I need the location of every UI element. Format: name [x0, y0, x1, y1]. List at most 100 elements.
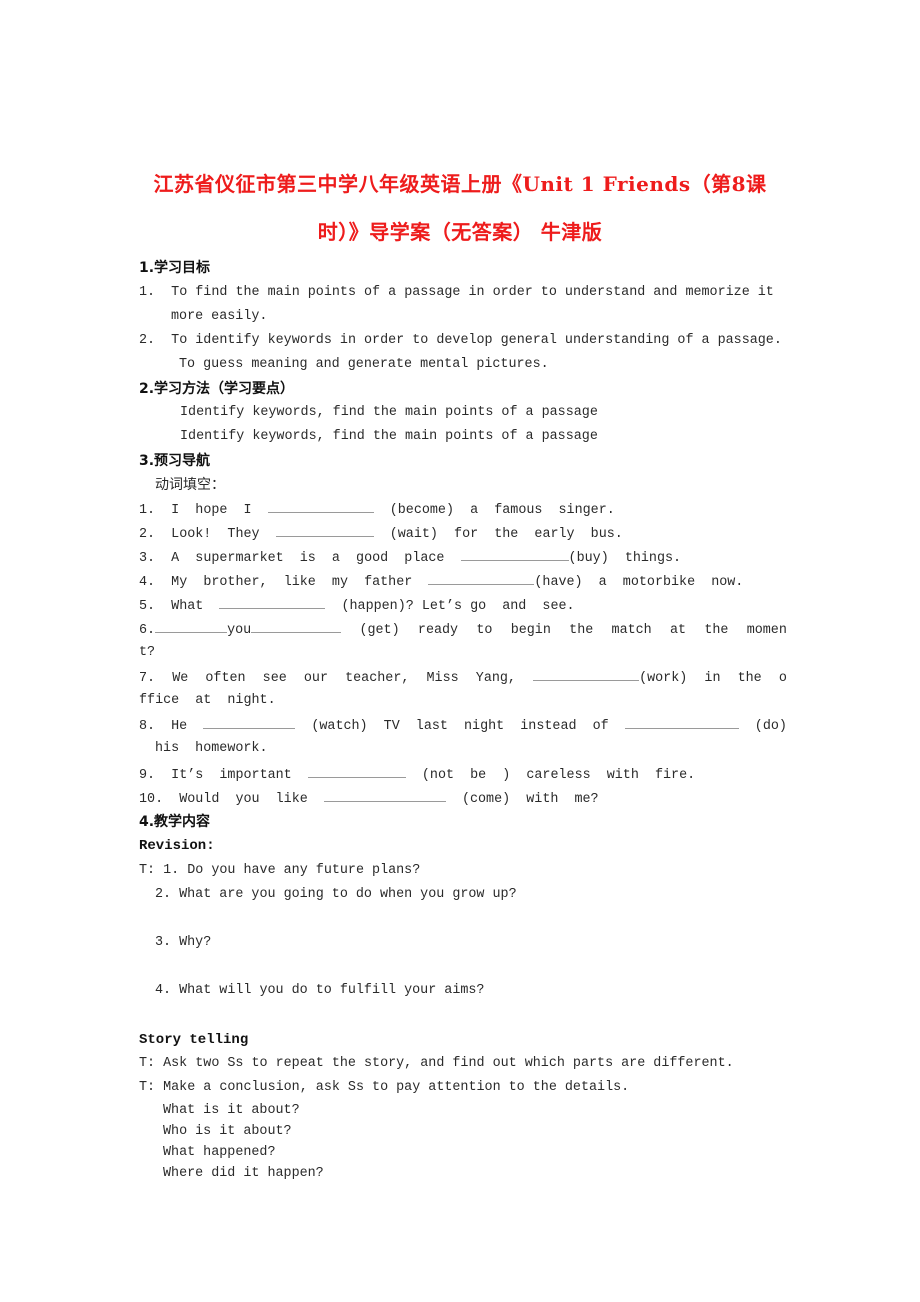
exercise-5-number: 5.	[139, 599, 156, 614]
section-1-heading: 1.学习目标	[139, 260, 211, 276]
objective-2: 2. To identify keywords in order to deve…	[139, 332, 782, 350]
word: the	[494, 527, 519, 542]
exercise-7: 7. We often see our teacher, Miss Yang, …	[139, 668, 787, 688]
verb-hint: (buy)	[568, 551, 609, 566]
objective-1-number: 1.	[139, 285, 156, 300]
word: Let’s	[421, 599, 463, 614]
word: a	[598, 575, 607, 590]
verb-hint: (work)	[639, 671, 688, 686]
document-title-line-1: 江苏省仪征市第三中学八年级英语上册《Unit 1 Friends（第8课	[153, 172, 767, 196]
answer-blank[interactable]	[323, 789, 446, 802]
word: and	[502, 599, 527, 614]
exercise-6: 6. you (get) ready to begin the match at …	[139, 620, 787, 640]
exercise-10-number: 10.	[139, 792, 164, 807]
word: Look!	[171, 527, 212, 542]
objective-2-text: To identify keywords in order to develop…	[171, 333, 782, 348]
exercise-8: 8. He (watch) TV last night instead of (…	[139, 716, 787, 736]
section-3-heading: 3.预习导航	[139, 453, 211, 469]
exercise-6-number: 6.	[139, 623, 156, 638]
word: bus.	[590, 527, 623, 542]
verb-hint: (not be )	[421, 768, 511, 783]
word: A	[171, 551, 180, 566]
verb-hint: (do)	[754, 719, 787, 734]
word: It’s	[171, 768, 204, 783]
method-line-1: Identify keywords, find the main points …	[180, 405, 598, 420]
word: a	[470, 503, 479, 518]
revision-question-2: 2. What are you going to do when you gro…	[155, 887, 517, 902]
word: our	[303, 671, 328, 686]
word: They	[227, 527, 260, 542]
word: ready	[417, 623, 459, 638]
word: for	[454, 527, 479, 542]
story-instruction-1: T: Ask two Ss to repeat the story, and f…	[139, 1056, 734, 1071]
word: often	[205, 671, 246, 686]
word: see.	[542, 599, 575, 614]
word: o	[778, 671, 787, 686]
word: the	[704, 623, 729, 638]
word: in	[704, 671, 721, 686]
answer-blank[interactable]	[307, 765, 406, 778]
exercise-5: 5. What (happen)? Let’s go and see.	[139, 596, 575, 616]
answer-blank[interactable]	[428, 572, 535, 585]
word: like	[275, 792, 308, 807]
word: you	[227, 623, 252, 638]
word: I	[171, 503, 180, 518]
exercise-7-number: 7.	[139, 671, 156, 686]
word: now.	[711, 575, 744, 590]
word: supermarket	[195, 551, 284, 566]
exercise-10: 10. Would you like (come) with me?	[139, 789, 599, 809]
word: father	[364, 575, 413, 590]
exercise-3-number: 3.	[139, 551, 156, 566]
story-question-2: Who is it about?	[163, 1124, 292, 1139]
verb-hint: (come)	[461, 792, 511, 807]
section-2-heading: 2.学习方法（学习要点）	[139, 381, 295, 397]
answer-blank[interactable]	[267, 500, 374, 513]
word: Would	[179, 792, 220, 807]
answer-blank[interactable]	[203, 716, 296, 729]
word: momen	[746, 623, 787, 638]
word: fire.	[654, 768, 696, 783]
word: singer.	[558, 503, 615, 518]
word: with	[606, 768, 639, 783]
word: He	[171, 719, 188, 734]
word: hope	[195, 503, 228, 518]
word: Miss	[426, 671, 459, 686]
word: What	[171, 599, 204, 614]
word: good	[356, 551, 389, 566]
story-question-4: Where did it happen?	[163, 1166, 324, 1181]
story-question-3: What happened?	[163, 1145, 276, 1160]
word: see	[262, 671, 287, 686]
section-4-heading: 4.教学内容	[139, 814, 211, 830]
answer-blank[interactable]	[219, 596, 326, 609]
answer-blank[interactable]	[624, 716, 739, 729]
word: a	[331, 551, 340, 566]
verb-hint: (become)	[389, 503, 455, 518]
verb-hint: (watch)	[311, 719, 368, 734]
exercise-7-continued: ffice at night.	[139, 693, 276, 708]
answer-blank[interactable]	[251, 620, 342, 633]
fill-in-instruction: 动词填空：	[155, 477, 225, 493]
word: night	[464, 719, 505, 734]
answer-blank[interactable]	[533, 668, 640, 681]
objective-2-number: 2.	[139, 333, 156, 348]
word: Yang,	[475, 671, 516, 686]
word: important	[219, 768, 292, 783]
word: things.	[624, 551, 682, 566]
word: you	[235, 792, 260, 807]
word: early	[534, 527, 575, 542]
answer-blank[interactable]	[275, 524, 374, 537]
word: of	[592, 719, 609, 734]
exercise-4: 4. My brother, like my father (have) a m…	[139, 572, 743, 592]
word: with	[526, 792, 559, 807]
answer-blank[interactable]	[460, 548, 569, 561]
word: the	[569, 623, 594, 638]
answer-blank[interactable]	[155, 620, 228, 633]
exercise-1: 1. I hope I (become) a famous singer.	[139, 500, 615, 520]
word: motorbike	[622, 575, 696, 590]
verb-hint: (wait)	[389, 527, 438, 542]
word: the	[737, 671, 762, 686]
verb-hint: (have)	[534, 575, 583, 590]
objective-1-continued: more easily.	[171, 309, 268, 324]
verb-hint: (get)	[359, 623, 400, 638]
method-line-2: Identify keywords, find the main points …	[180, 429, 598, 444]
